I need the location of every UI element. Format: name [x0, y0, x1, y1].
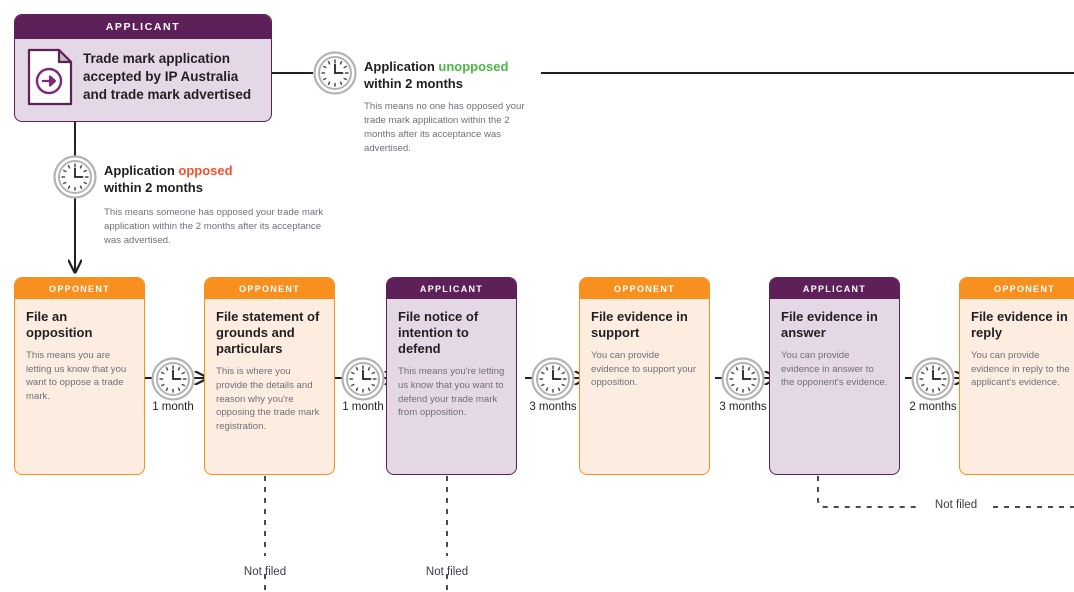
card-title: File evidence in support	[591, 309, 688, 341]
card-role-badge: OPPONENT	[580, 278, 709, 299]
flowchart-canvas: APPLICANT Trade mark application accepte…	[0, 0, 1074, 592]
unopposed-title-suffix: within 2 months	[364, 76, 463, 92]
card-description: You can provide evidence in answer to th…	[781, 350, 888, 389]
clock-icon-duration-2	[341, 357, 385, 401]
card-role-badge: OPPONENT	[960, 278, 1074, 299]
opposed-title: Application opposed within 2 months	[104, 162, 304, 196]
unopposed-description: This means no one has opposed your trade…	[364, 101, 525, 154]
clock-icon-duration-3	[531, 357, 575, 401]
clock-icon-opposed	[53, 155, 97, 199]
duration-label-2: 1 month	[342, 401, 384, 413]
card-role-badge: APPLICANT	[15, 15, 271, 39]
opposed-description: This means someone has opposed your trad…	[104, 207, 324, 246]
clock-icon-unopposed	[313, 51, 357, 95]
unopposed-highlight: unopposed	[438, 59, 509, 74]
document-arrow-icon	[27, 48, 73, 106]
clock-icon-duration-1	[151, 357, 195, 401]
card-description: This means you are letting us know that …	[26, 350, 127, 403]
card-description: You can provide evidence in reply to the…	[971, 350, 1070, 389]
duration-label-4: 3 months	[719, 401, 767, 413]
step-card-file-notice-of-intention-to-defend[interactable]: APPLICANT File notice of intention to de…	[386, 277, 517, 475]
card-title: Trade mark application accepted by IP Au…	[83, 51, 252, 102]
opposed-title-suffix: within 2 months	[104, 180, 203, 196]
clock-icon-duration-4	[721, 357, 765, 401]
card-title: File evidence in reply	[971, 309, 1068, 341]
not-filed-label-step-2: Not filed	[243, 566, 287, 578]
card-description: This means you're letting us know that y…	[398, 366, 505, 419]
clock-icon-duration-5	[911, 357, 955, 401]
unopposed-title-prefix: Application	[364, 59, 439, 74]
step-card-file-evidence-in-answer[interactable]: APPLICANT File evidence in answer You ca…	[769, 277, 900, 475]
card-title: File statement of grounds and particular…	[216, 309, 320, 357]
duration-label-5: 2 months	[909, 401, 957, 413]
unopposed-title: Application unopposed within 2 months	[364, 58, 564, 92]
card-description: You can provide evidence to support your…	[591, 350, 697, 389]
card-role-badge: APPLICANT	[387, 278, 516, 299]
card-role-badge: OPPONENT	[205, 278, 334, 299]
not-filed-label-step-3: Not filed	[425, 566, 469, 578]
card-title: File notice of intention to defend	[398, 309, 479, 357]
card-trade-mark-accepted[interactable]: APPLICANT Trade mark application accepte…	[14, 14, 272, 122]
step-card-file-statement-of-grounds[interactable]: OPPONENT File statement of grounds and p…	[204, 277, 335, 475]
opposed-title-prefix: Application	[104, 163, 179, 178]
duration-label-3: 3 months	[529, 401, 577, 413]
step-card-file-evidence-in-support[interactable]: OPPONENT File evidence in support You ca…	[579, 277, 710, 475]
duration-label-1: 1 month	[152, 401, 194, 413]
opposed-highlight: opposed	[178, 163, 233, 178]
step-card-file-an-opposition[interactable]: OPPONENT File an opposition This means y…	[14, 277, 145, 475]
card-title: File evidence in answer	[781, 309, 878, 341]
card-description: This is where you provide the details an…	[216, 366, 320, 432]
not-filed-label-step-5: Not filed	[934, 499, 978, 511]
card-role-badge: APPLICANT	[770, 278, 899, 299]
card-title: File an opposition	[26, 309, 93, 341]
step-card-file-evidence-in-reply[interactable]: OPPONENT File evidence in reply You can …	[959, 277, 1074, 475]
card-role-badge: OPPONENT	[15, 278, 144, 299]
